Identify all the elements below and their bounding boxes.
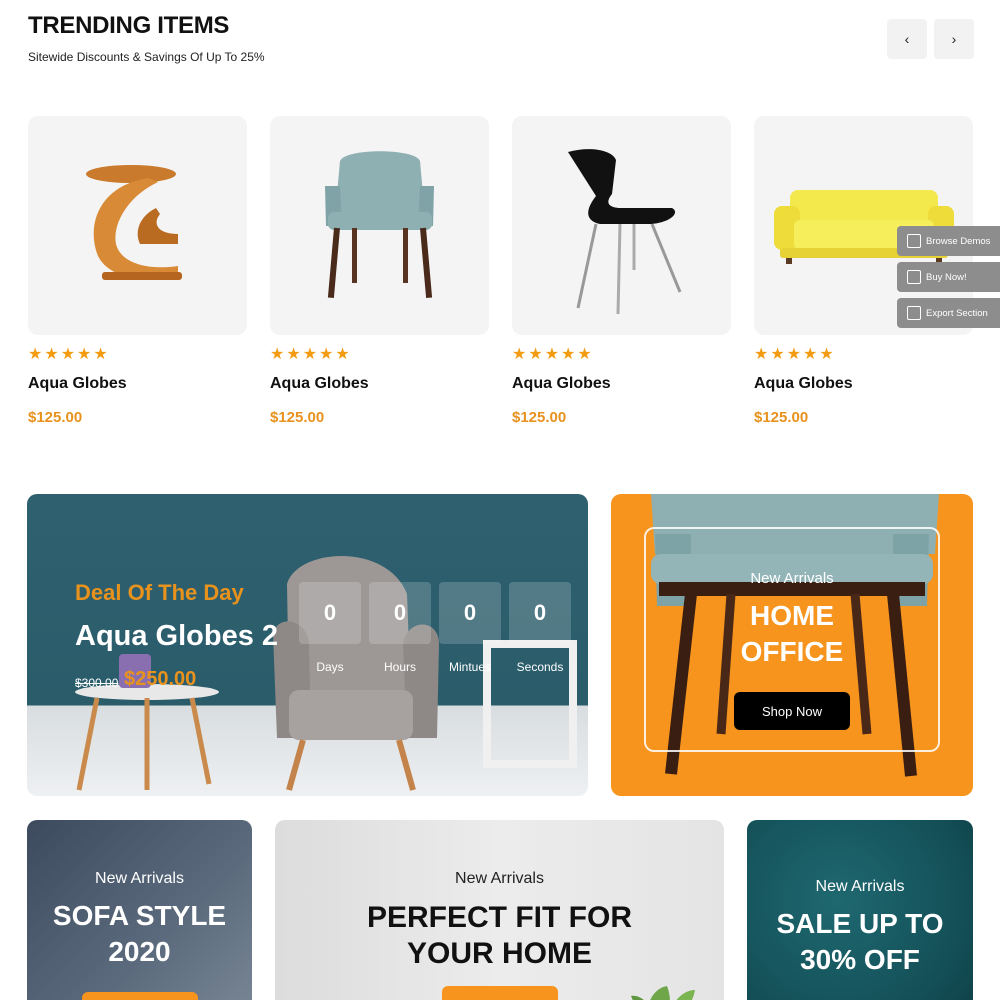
browse-demos-label: Browse Demos <box>926 235 991 247</box>
promo-kicker: New Arrivals <box>455 870 544 887</box>
deal-title[interactable]: Aqua Globes 2 <box>75 620 278 653</box>
grid-icon <box>907 234 921 248</box>
countdown-minutes: 0 <box>439 582 501 644</box>
product-price: $125.00 <box>28 409 83 426</box>
star-icon: ★ <box>302 346 318 363</box>
product-name[interactable]: Aqua Globes <box>270 375 489 393</box>
countdown-seconds: 0 <box>509 582 571 644</box>
export-icon <box>907 306 921 320</box>
promo-title: PERFECT FIT FOR YOUR HOME <box>275 900 724 972</box>
star-icon: ★ <box>286 346 301 363</box>
deal-label: Deal Of The Day <box>75 580 244 605</box>
star-icon: ★ <box>77 346 92 363</box>
chevron-right-icon: › <box>951 31 957 47</box>
promo-title-line1: PERFECT FIT FOR <box>367 901 632 934</box>
countdown-hours: 0 <box>369 582 431 644</box>
star-icon: ★ <box>512 346 527 363</box>
star-icon: ★ <box>335 346 350 363</box>
deal-of-the-day-banner[interactable]: Deal Of The Day Aqua Globes 2 $300.00 $2… <box>27 494 588 796</box>
promo-title: SALE UP TO 30% OFF <box>747 906 973 978</box>
export-section-button[interactable]: Export Section <box>897 298 1000 328</box>
bag-icon <box>907 270 921 284</box>
sofa-style-banner[interactable]: New Arrivals SOFA STYLE 2020 <box>27 820 252 1000</box>
star-icon: ★ <box>93 346 108 363</box>
product-name[interactable]: Aqua Globes <box>28 375 247 393</box>
office-kicker: New Arrivals <box>750 570 834 587</box>
promo-title-line2: 30% OFF <box>800 944 920 975</box>
rating-stars: ★ ★ ★ ★ ★ <box>512 347 731 363</box>
promo-kicker: New Arrivals <box>95 870 184 887</box>
product-card[interactable]: ★ ★ ★ ★ ★ Aqua Globes $125.00 <box>270 116 489 426</box>
product-image[interactable] <box>512 116 731 335</box>
browse-demos-button[interactable]: Browse Demos <box>897 226 1000 256</box>
promo-title-line1: SOFA STYLE <box>52 900 227 931</box>
buy-now-label: Buy Now! <box>926 271 967 283</box>
star-icon: ★ <box>60 346 76 363</box>
rating-stars: ★ ★ ★ ★ ★ <box>754 347 973 363</box>
product-card[interactable]: ★ ★ ★ ★ ★ Aqua Globes $125.00 <box>28 116 247 426</box>
promo-title-line2: YOUR HOME <box>406 937 592 970</box>
office-title: HOME OFFICE <box>611 598 973 670</box>
teal-armchair-image <box>325 151 434 298</box>
promo-title-line2: 2020 <box>108 936 171 967</box>
countdown-seconds-label: Seconds <box>516 660 564 674</box>
countdown-minutes-label: Mintues <box>448 660 492 674</box>
office-title-line2: OFFICE <box>740 636 844 667</box>
rating-stars: ★ ★ ★ ★ ★ <box>28 347 247 363</box>
star-icon: ★ <box>28 346 43 363</box>
home-office-banner[interactable]: New Arrivals HOME OFFICE Shop Now <box>611 494 973 796</box>
star-icon: ★ <box>561 346 576 363</box>
buy-now-button[interactable]: Buy Now! <box>897 262 1000 292</box>
star-icon: ★ <box>270 346 285 363</box>
product-card[interactable]: ★ ★ ★ ★ ★ Aqua Globes $125.00 <box>512 116 731 426</box>
star-icon: ★ <box>319 346 334 363</box>
product-name[interactable]: Aqua Globes <box>512 375 731 393</box>
perfect-fit-banner[interactable]: New Arrivals PERFECT FIT FOR YOUR HOME <box>275 820 724 1000</box>
star-icon: ★ <box>786 346 802 363</box>
section-subtitle: Sitewide Discounts & Savings Of Up To 25… <box>28 50 265 64</box>
carousel-next-button[interactable]: › <box>934 19 974 59</box>
promo-title-line1: SALE UP TO <box>776 908 944 939</box>
chevron-left-icon: ‹ <box>904 31 910 47</box>
wooden-side-table-image <box>86 165 182 280</box>
sale-banner[interactable]: New Arrivals SALE UP TO 30% OFF <box>747 820 973 1000</box>
shop-now-button[interactable] <box>442 986 558 1000</box>
countdown-days: 0 <box>299 582 361 644</box>
section-title: TRENDING ITEMS <box>28 12 230 39</box>
star-icon: ★ <box>544 346 560 363</box>
product-image[interactable] <box>28 116 247 335</box>
product-price: $125.00 <box>270 409 325 426</box>
shop-now-button[interactable] <box>82 992 198 1000</box>
deal-new-price: $250.00 <box>124 668 197 690</box>
rating-stars: ★ ★ ★ ★ ★ <box>270 347 489 363</box>
countdown-days-label: Days <box>316 660 344 674</box>
office-title-line1: HOME <box>750 600 834 631</box>
export-section-label: Export Section <box>926 307 988 319</box>
promo-title: SOFA STYLE 2020 <box>27 898 252 970</box>
star-icon: ★ <box>754 346 769 363</box>
star-icon: ★ <box>577 346 592 363</box>
product-name[interactable]: Aqua Globes <box>754 375 973 393</box>
countdown-hours-label: Hours <box>383 660 416 674</box>
deal-old-price: $300.00 <box>75 676 119 690</box>
star-icon: ★ <box>770 346 785 363</box>
promo-kicker: New Arrivals <box>815 878 905 895</box>
product-price: $125.00 <box>512 409 567 426</box>
black-chair-image <box>568 149 682 315</box>
star-icon: ★ <box>528 346 543 363</box>
star-icon: ★ <box>803 346 818 363</box>
star-icon: ★ <box>819 346 834 363</box>
carousel-prev-button[interactable]: ‹ <box>887 19 927 59</box>
product-image[interactable] <box>270 116 489 335</box>
product-price: $125.00 <box>754 409 809 426</box>
shop-now-button[interactable]: Shop Now <box>734 692 850 730</box>
star-icon: ★ <box>44 346 59 363</box>
